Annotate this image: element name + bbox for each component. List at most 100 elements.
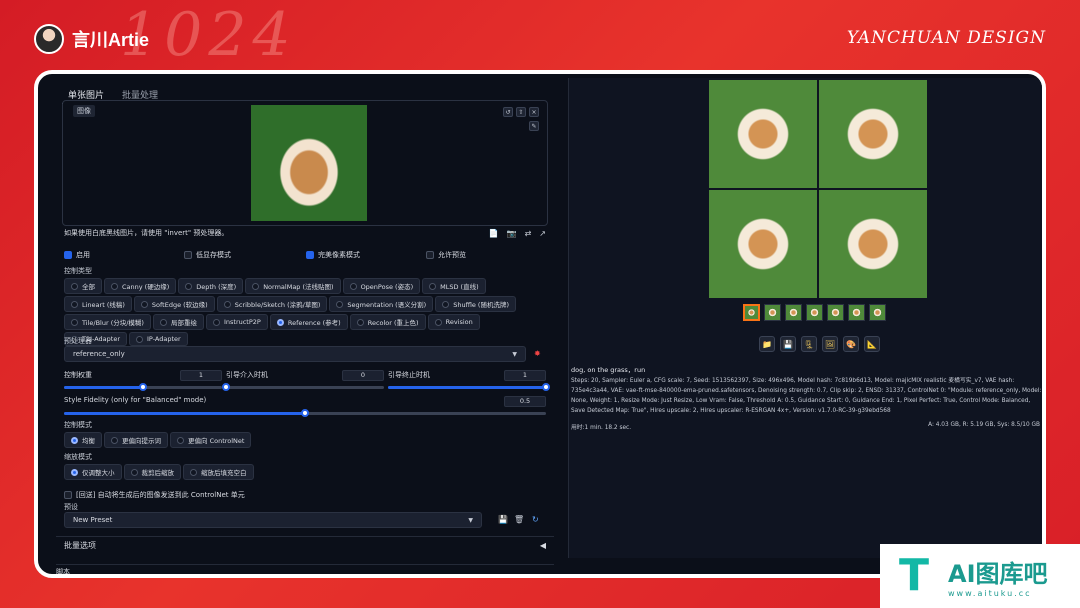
radio-empty-icon [71,300,78,308]
swap-icon[interactable]: ⇄ [525,229,532,238]
guidance-end-knob[interactable] [542,383,550,391]
control-type-option[interactable]: 局部重绘 [152,314,204,330]
radio-empty-icon [140,300,148,308]
control-type-option[interactable]: 全部 [64,278,102,294]
upload-icon[interactable]: ⇧ [516,107,526,117]
control-type-option[interactable]: Tile/Blur (分块/模糊) [64,314,151,330]
preprocessor-label: 预处理器 [64,337,92,345]
enable-checkbox[interactable]: 启用 [64,250,184,260]
control-type-label: 控制类型 [64,267,92,275]
style-fidelity-value[interactable]: 0.5 [504,396,546,407]
control-type-option[interactable]: Lineart (线稿) [64,296,132,312]
send-to-img2img-icon[interactable]: 🖼 [822,336,838,352]
thumbnail[interactable] [764,304,781,321]
resize-mode-option[interactable]: 裁剪后缩放 [123,464,181,480]
weight-value[interactable]: 1 [180,370,222,381]
image-upload-area[interactable]: 图像 ↺ ⇧ × ✎ [62,100,548,226]
loopback-checkbox[interactable]: [回送] 自动将生成后的图像发送到此 ControlNet 单元 [64,490,245,500]
control-mode-option[interactable]: 均衡 [64,432,102,448]
thumbnail[interactable] [848,304,865,321]
new-canvas-icon[interactable]: 📄 [489,229,499,238]
camera-icon[interactable]: 📷 [507,229,517,238]
send-dimensions-icon[interactable]: ↗ [539,229,546,238]
brand-name: 言川Artie [72,30,150,50]
weight-slider-knob[interactable] [139,383,147,391]
undo-icon[interactable]: ↺ [503,107,513,117]
allow-preview-checkbox[interactable]: 允许预览 [426,250,466,260]
radio-empty-icon [71,318,78,326]
controlnet-panel: 单张图片 批量处理 图像 ↺ ⇧ × ✎ 如果使用白底黑线图片，请使用 "inv… [56,78,590,574]
preprocessor-select[interactable]: reference_only ▼ [64,346,526,362]
thumbnail[interactable] [869,304,886,321]
thumbnail[interactable] [785,304,802,321]
control-type-option[interactable]: OpenPose (姿态) [342,278,421,294]
guidance-end-label: 引导终止时机 [388,371,430,379]
preset-select[interactable]: New Preset ▼ [64,512,482,528]
run-preprocessor-icon[interactable]: ✸ [534,349,544,359]
guidance-start-value[interactable]: 0 [342,370,384,381]
control-type-option[interactable]: SoftEdge (软边缘) [133,296,215,312]
output-actions: 📁 💾 🗜 🖼 🎨 📐 [759,336,880,352]
radio-selected-icon [276,318,284,326]
checkbox-empty-icon [426,251,434,259]
delete-preset-icon[interactable]: 🗑 [514,515,524,525]
open-folder-icon[interactable]: 📁 [759,336,775,352]
background-decoration: 1024 [120,0,297,70]
thumbnail[interactable] [743,304,760,321]
output-image[interactable] [709,80,817,188]
refresh-preset-icon[interactable]: ↻ [532,515,542,525]
send-to-extras-icon[interactable]: 📐 [864,336,880,352]
thumbnail[interactable] [806,304,823,321]
guidance-start-slider[interactable] [222,383,384,391]
image-label: 图像 [73,105,95,117]
batch-options-accordion[interactable]: 批量选项 ◀ [56,536,554,554]
guidance-end-slider[interactable] [388,383,550,391]
output-image[interactable] [819,80,927,188]
edit-icon[interactable]: ✎ [529,121,539,131]
design-tag: YANCHUAN DESIGN [846,28,1046,48]
control-type-option[interactable]: Depth (深度) [178,278,244,294]
hint-icons: 📄 📷 ⇄ ↗ [489,229,546,238]
control-type-option[interactable]: Scribble/Sketch (涂鸦/草图) [216,296,328,312]
guidance-end-value[interactable]: 1 [504,370,546,381]
control-type-option[interactable]: MLSD (直线) [422,278,486,294]
pixel-perfect-checkbox[interactable]: 完美像素模式 [306,250,426,260]
control-type-option[interactable]: InstructP2P [205,314,268,330]
resize-mode-option[interactable]: 缩放后填充空白 [183,464,254,480]
control-type-option[interactable]: Canny (硬边缘) [104,278,177,294]
radio-empty-icon [111,282,118,290]
output-image[interactable] [819,190,927,298]
chevron-down-icon: ▼ [512,350,517,358]
control-type-option[interactable]: Segmentation (语义分割) [329,296,434,312]
close-icon[interactable]: × [529,107,539,117]
preset-label: 预设 [64,503,78,511]
save-preset-icon[interactable]: 💾 [498,515,508,525]
brand: 言川Artie [34,24,149,54]
resize-mode-option[interactable]: 仅调整大小 [64,464,122,480]
control-type-option[interactable]: NormalMap (法线贴图) [245,278,341,294]
save-icon[interactable]: 💾 [780,336,796,352]
radio-empty-icon [190,468,197,476]
guidance-start-knob[interactable] [222,383,230,391]
loopback-row: [回送] 自动将生成后的图像发送到此 ControlNet 单元 [64,490,245,500]
checkbox-empty-icon [64,491,72,499]
control-type-option[interactable]: Reference (参考) [269,314,348,330]
chevron-down-icon: ▼ [468,516,473,524]
style-fidelity-knob[interactable] [301,409,309,417]
low-vram-checkbox[interactable]: 低显存模式 [184,250,306,260]
weight-slider[interactable] [64,383,222,391]
control-type-option[interactable]: IP-Adapter [129,332,188,346]
style-fidelity-slider[interactable] [64,409,546,417]
control-type-option[interactable]: Recolor (重上色) [349,314,426,330]
send-to-inpaint-icon[interactable]: 🎨 [843,336,859,352]
control-mode-option[interactable]: 更偏向 ControlNet [170,432,252,448]
output-image[interactable] [709,190,817,298]
control-type-option[interactable]: Shuffle (随机洗牌) [435,296,516,312]
script-label[interactable]: 脚本 [56,564,554,574]
control-type-option[interactable]: Revision [427,314,480,330]
radio-selected-icon [71,468,78,476]
zip-icon[interactable]: 🗜 [801,336,817,352]
thumbnail[interactable] [827,304,844,321]
control-mode-option[interactable]: 更偏向提示词 [104,432,168,448]
output-gallery [709,80,927,298]
